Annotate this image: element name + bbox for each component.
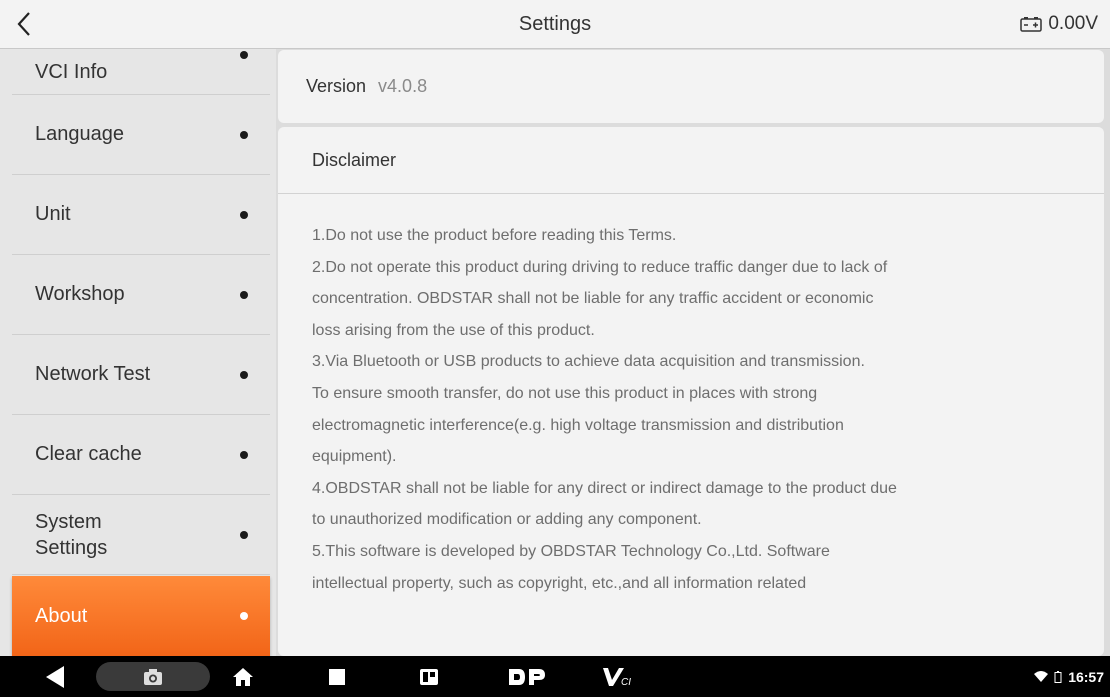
disclaimer-title: Disclaimer <box>278 127 1104 194</box>
battery-status-icon <box>1054 670 1062 683</box>
wifi-icon <box>1034 670 1049 682</box>
sidebar-item-label: Clear cache <box>35 443 142 465</box>
disclaimer-line: 2.Do not operate this product during dri… <box>312 258 888 276</box>
sidebar-item-unit[interactable]: Unit <box>12 175 270 255</box>
vci-button[interactable]: CI <box>598 656 638 697</box>
sidebar-item-label: VCI Info <box>35 61 108 83</box>
bullet-icon <box>240 210 248 219</box>
screenshot-button[interactable] <box>96 662 210 691</box>
disclaimer-line: To ensure smooth transfer, do not use th… <box>312 384 818 402</box>
app-shortcut-button[interactable] <box>414 656 444 697</box>
sidebar-item-label: About <box>35 604 88 627</box>
disclaimer-card[interactable]: Disclaimer 1.Do not use the product befo… <box>278 127 1104 656</box>
sidebar-item-about[interactable]: About <box>12 576 270 656</box>
bullet-icon <box>240 530 248 539</box>
disclaimer-line: to unauthorized modification or adding a… <box>312 511 702 529</box>
version-label: Version <box>306 76 367 96</box>
bullet-icon <box>240 290 248 299</box>
svg-text:CI: CI <box>621 677 631 688</box>
sidebar-item-language[interactable]: Language <box>12 95 270 175</box>
bullet-icon <box>240 612 248 620</box>
disclaimer-line: electromagnetic interference(e.g. high v… <box>312 416 844 434</box>
vci-icon: CI <box>603 667 631 688</box>
screenshot-icon <box>144 669 162 685</box>
voltage-value: 0.00V <box>1048 13 1098 34</box>
bullet-icon <box>240 130 248 139</box>
recents-icon <box>329 668 345 685</box>
sidebar-item-network-test[interactable]: Network Test <box>12 335 270 415</box>
clock: 16:57 <box>1068 668 1104 685</box>
settings-sidebar: VCI Info Language Unit Workshop Network … <box>0 49 276 656</box>
sidebar-item-workshop[interactable]: Workshop <box>12 255 270 335</box>
disclaimer-line: 5.This software is developed by OBDSTAR … <box>312 542 830 560</box>
sidebar-item-vci-info[interactable]: VCI Info <box>12 49 270 95</box>
back-icon <box>46 665 64 688</box>
status-area: 16:57 <box>1034 656 1104 697</box>
system-navbar: CI 16:57 <box>0 656 1110 697</box>
sidebar-item-label: Workshop <box>35 283 125 305</box>
sidebar-item-clear-cache[interactable]: Clear cache <box>12 415 270 495</box>
dp-icon <box>509 668 545 685</box>
bullet-icon <box>240 370 248 379</box>
nav-recents-button[interactable] <box>322 656 352 697</box>
dp-button[interactable] <box>502 656 552 697</box>
title-bar: Settings 0.00V <box>0 0 1110 49</box>
sidebar-item-label: Language <box>35 123 124 145</box>
back-button[interactable] <box>0 0 48 48</box>
nav-back-button[interactable] <box>38 656 72 697</box>
disclaimer-line: intellectual property, such as copyright… <box>312 574 807 592</box>
chevron-left-icon <box>17 12 30 36</box>
bullet-icon <box>240 50 248 59</box>
disclaimer-line: 4.OBDSTAR shall not be liable for any di… <box>312 479 897 497</box>
version-value: v4.0.8 <box>378 76 428 96</box>
home-icon <box>233 667 253 686</box>
bullet-icon <box>240 450 248 459</box>
nav-home-button[interactable] <box>228 656 258 697</box>
voltage-indicator: 0.00V <box>1020 0 1098 48</box>
disclaimer-line: loss arising from the use of this produc… <box>312 321 595 339</box>
disclaimer-line: equipment). <box>312 448 397 466</box>
sidebar-item-label: System Settings <box>35 510 108 559</box>
page-title: Settings <box>518 13 592 35</box>
disclaimer-line: concentration. OBDSTAR shall not be liab… <box>312 290 874 308</box>
disclaimer-body: 1.Do not use the product before reading … <box>278 194 1104 599</box>
sidebar-item-label: Unit <box>35 203 71 225</box>
app-icon <box>420 668 438 685</box>
version-card: Version v4.0.8 <box>278 50 1104 123</box>
disclaimer-line: 1.Do not use the product before reading … <box>312 227 677 244</box>
sidebar-item-label: Network Test <box>35 363 151 385</box>
battery-icon <box>1020 17 1043 32</box>
disclaimer-line: 3.Via Bluetooth or USB products to achie… <box>312 353 865 371</box>
sidebar-item-system-settings[interactable]: System Settings <box>12 495 270 575</box>
